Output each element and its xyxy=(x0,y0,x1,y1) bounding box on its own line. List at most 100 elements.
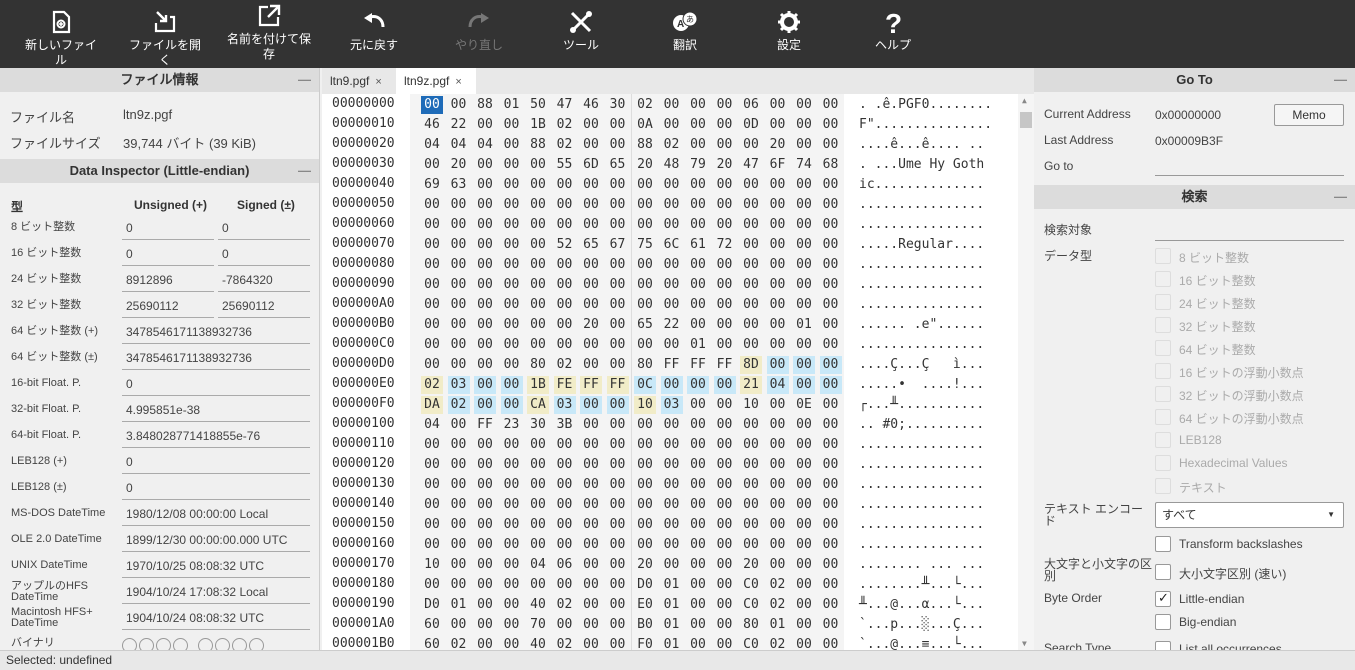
byte-cell[interactable]: 00 xyxy=(687,276,709,294)
byte-cell[interactable]: 02 xyxy=(554,136,576,154)
scroll-up-icon[interactable]: ▲ xyxy=(1022,96,1027,105)
byte-cell[interactable]: 00 xyxy=(474,536,496,554)
byte-cell[interactable]: 00 xyxy=(740,516,762,534)
byte-cell[interactable]: 00 xyxy=(793,296,815,314)
byte-cell[interactable]: 00 xyxy=(661,476,683,494)
byte-cell[interactable]: 88 xyxy=(474,96,496,114)
byte-cell[interactable]: 00 xyxy=(580,256,602,274)
byte-cell[interactable]: 00 xyxy=(580,196,602,214)
byte-cell[interactable]: 04 xyxy=(421,136,443,154)
byte-cell[interactable]: 65 xyxy=(607,156,629,174)
byte-cell[interactable]: 00 xyxy=(793,576,815,594)
byte-cell[interactable]: 00 xyxy=(527,156,549,174)
byte-cell[interactable]: 00 xyxy=(474,236,496,254)
little-endian-checkbox[interactable] xyxy=(1155,590,1171,607)
byte-cell[interactable]: 48 xyxy=(661,156,683,174)
byte-cell[interactable]: 00 xyxy=(740,536,762,554)
byte-cell[interactable]: 00 xyxy=(793,616,815,634)
byte-cell[interactable]: 01 xyxy=(661,596,683,614)
byte-cell[interactable]: 01 xyxy=(661,576,683,594)
byte-cell[interactable]: 00 xyxy=(714,136,736,154)
goto-input[interactable] xyxy=(1155,156,1344,176)
byte-cell[interactable]: 00 xyxy=(580,596,602,614)
byte-cell[interactable]: 00 xyxy=(687,256,709,274)
byte-cell[interactable]: 6F xyxy=(767,156,789,174)
byte-cell[interactable]: 00 xyxy=(687,416,709,434)
byte-cell[interactable]: 00 xyxy=(421,196,443,214)
byte-cell[interactable]: CA xyxy=(527,396,549,414)
save-as-button[interactable]: 名前を付けて保 存 xyxy=(227,0,311,68)
text-cell-row[interactable]: ................ xyxy=(859,516,984,534)
byte-cell[interactable]: 00 xyxy=(501,336,523,354)
byte-cell[interactable]: 20 xyxy=(634,156,656,174)
byte-cell[interactable]: 00 xyxy=(634,296,656,314)
inspector-signed-value[interactable]: 0 xyxy=(218,245,310,266)
byte-cell[interactable]: 00 xyxy=(820,436,842,454)
byte-cell[interactable]: 00 xyxy=(607,556,629,574)
byte-cell[interactable]: C0 xyxy=(740,596,762,614)
inspector-value[interactable]: 1899/12/30 00:00:00.000 UTC xyxy=(122,531,310,552)
data-type-checkbox[interactable] xyxy=(1155,386,1171,402)
byte-cell[interactable]: 00 xyxy=(687,576,709,594)
byte-cell[interactable]: 65 xyxy=(580,236,602,254)
byte-cell[interactable]: 01 xyxy=(448,596,470,614)
byte-cell[interactable]: 01 xyxy=(661,636,683,650)
byte-cell[interactable]: 00 xyxy=(661,116,683,134)
data-type-checkbox[interactable] xyxy=(1155,478,1171,494)
byte-cell[interactable]: 00 xyxy=(793,256,815,274)
byte-cell[interactable]: 00 xyxy=(661,336,683,354)
memo-button[interactable]: Memo xyxy=(1274,104,1344,126)
byte-cell[interactable]: 00 xyxy=(740,316,762,334)
byte-cell[interactable]: 00 xyxy=(714,476,736,494)
byte-cell[interactable]: 1B xyxy=(527,116,549,134)
byte-cell[interactable]: 00 xyxy=(793,436,815,454)
byte-cell[interactable]: 00 xyxy=(421,336,443,354)
byte-cell[interactable]: 00 xyxy=(767,496,789,514)
byte-cell[interactable]: 00 xyxy=(421,576,443,594)
byte-cell[interactable]: 00 xyxy=(767,216,789,234)
byte-cell[interactable]: 00 xyxy=(820,516,842,534)
byte-cell[interactable]: 00 xyxy=(714,496,736,514)
byte-cell[interactable]: 00 xyxy=(767,536,789,554)
byte-cell[interactable]: 01 xyxy=(501,96,523,114)
byte-cell[interactable]: 00 xyxy=(634,216,656,234)
text-cell-row[interactable]: ................ xyxy=(859,216,984,234)
byte-cell[interactable]: 00 xyxy=(661,436,683,454)
byte-cell[interactable]: 00 xyxy=(527,436,549,454)
byte-cell[interactable]: 00 xyxy=(474,196,496,214)
byte-cell[interactable]: 00 xyxy=(793,356,815,374)
byte-cell[interactable]: 00 xyxy=(421,456,443,474)
byte-cell[interactable]: 00 xyxy=(421,516,443,534)
byte-cell[interactable]: 00 xyxy=(687,176,709,194)
byte-cell[interactable]: 00 xyxy=(554,176,576,194)
byte-cell[interactable]: 00 xyxy=(501,156,523,174)
byte-cell[interactable]: 03 xyxy=(660,396,683,414)
byte-cell[interactable]: 00 xyxy=(554,476,576,494)
byte-cell[interactable]: 69 xyxy=(421,176,443,194)
byte-cell[interactable]: 00 xyxy=(820,316,842,334)
byte-cell[interactable]: 00 xyxy=(527,536,549,554)
byte-cell[interactable]: 00 xyxy=(687,216,709,234)
byte-cell[interactable]: 00 xyxy=(820,116,842,134)
inspector-value[interactable]: 1970/10/25 08:08:32 UTC xyxy=(122,557,310,578)
byte-cell[interactable]: 00 xyxy=(714,96,736,114)
byte-cell[interactable]: 03 xyxy=(447,376,470,394)
byte-cell[interactable]: 00 xyxy=(554,436,576,454)
byte-cell[interactable]: 00 xyxy=(474,216,496,234)
byte-cell[interactable]: 00 xyxy=(474,336,496,354)
byte-cell[interactable]: 60 xyxy=(421,636,443,650)
byte-cell[interactable]: 00 xyxy=(661,216,683,234)
byte-cell[interactable]: 00 xyxy=(421,256,443,274)
byte-cell[interactable]: 00 xyxy=(793,456,815,474)
byte-cell[interactable]: 00 xyxy=(793,336,815,354)
byte-cell[interactable]: 00 xyxy=(607,196,629,214)
byte-cell[interactable]: 00 xyxy=(607,276,629,294)
text-cell-row[interactable]: ................ xyxy=(859,436,984,454)
byte-cell[interactable]: 00 xyxy=(607,636,629,650)
byte-cell[interactable]: 00 xyxy=(580,176,602,194)
byte-cell[interactable]: 10 xyxy=(740,396,762,414)
byte-cell[interactable]: 00 xyxy=(500,376,523,394)
byte-cell[interactable]: 00 xyxy=(634,476,656,494)
case-sensitive-checkbox[interactable] xyxy=(1155,564,1171,580)
byte-cell[interactable]: 00 xyxy=(580,356,602,374)
